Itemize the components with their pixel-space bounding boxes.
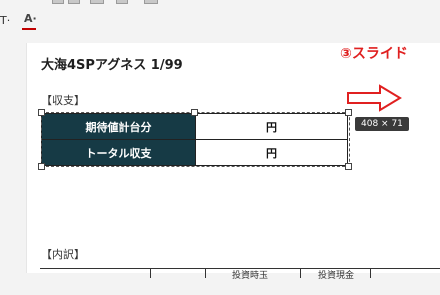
text-style-button[interactable]: T· xyxy=(0,14,10,27)
toolbar-icon-5[interactable] xyxy=(144,0,158,4)
resize-handle-top-left[interactable] xyxy=(38,109,45,116)
toolbar-icon-2[interactable] xyxy=(68,0,80,4)
selection-frame xyxy=(41,112,350,167)
document-title: 大海4SPアグネス 1/99 xyxy=(41,58,183,73)
toolbar-icon-4[interactable] xyxy=(116,0,128,4)
breakdown-column-divider xyxy=(300,268,301,278)
toolbar: T· A· xyxy=(0,0,440,44)
font-color-swatch xyxy=(22,28,36,30)
resize-handle-bottom-left[interactable] xyxy=(38,163,45,170)
resize-handle-top[interactable] xyxy=(191,109,198,116)
breakdown-header: 投資時玉 xyxy=(232,271,269,281)
font-color-button[interactable]: A· xyxy=(24,12,37,25)
right-arrow-icon xyxy=(347,84,402,112)
section-heading-balance: 【収支】 xyxy=(41,94,85,107)
breakdown-column-divider xyxy=(150,268,151,278)
breakdown-column-divider xyxy=(205,268,206,278)
slide-annotation-label: ③スライド xyxy=(340,46,408,62)
toolbar-icon-1[interactable] xyxy=(52,0,64,4)
document-page[interactable]: 大海4SPアグネス 1/99 【収支】 期待値計台分 円 トータル収支 円 【内… xyxy=(26,43,440,273)
size-tooltip: 408 × 71 xyxy=(355,117,409,131)
resize-handle-bottom-right[interactable] xyxy=(345,163,352,170)
breakdown-header: 投資現金 xyxy=(318,271,355,281)
toolbar-icon-3[interactable] xyxy=(90,0,104,4)
breakdown-column-divider xyxy=(370,268,371,278)
section-heading-breakdown: 【内訳】 xyxy=(41,248,85,261)
